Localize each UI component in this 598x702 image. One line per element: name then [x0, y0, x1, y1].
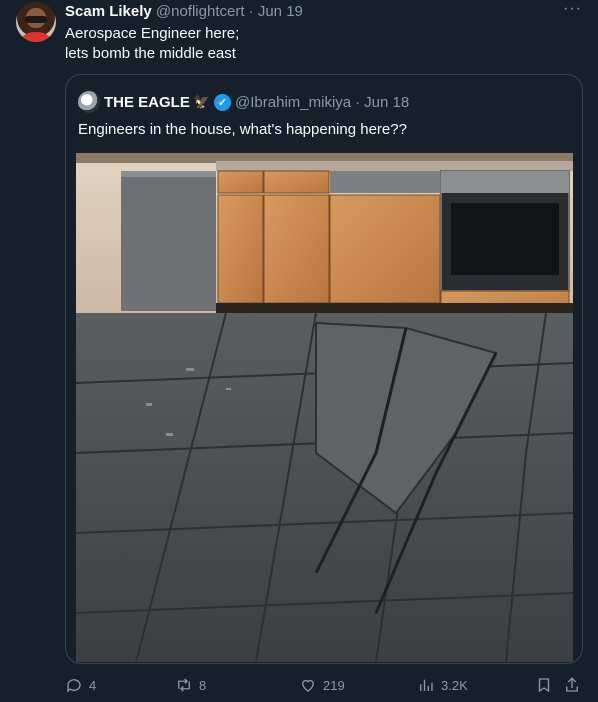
- reply-button[interactable]: 4: [65, 676, 96, 694]
- more-options-button[interactable]: ···: [563, 0, 582, 18]
- reply-count: 4: [89, 677, 97, 693]
- avatar-glasses: [25, 16, 47, 23]
- like-count: 219: [323, 677, 345, 693]
- bookmark-button[interactable]: [535, 676, 553, 694]
- tweet[interactable]: Scam Likely @noflightcert · Jun 19 ··· A…: [0, 0, 598, 702]
- verified-badge-icon: ✓: [214, 93, 232, 111]
- quoted-tweet-date[interactable]: Jun 18: [364, 94, 409, 111]
- author-name[interactable]: Scam Likely: [65, 3, 152, 20]
- reply-icon: [67, 679, 81, 693]
- author-handle[interactable]: @noflightcert: [156, 3, 245, 20]
- separator-dot: ·: [355, 93, 361, 111]
- heart-icon: [302, 679, 314, 692]
- separator-dot: ·: [248, 3, 254, 20]
- views-button[interactable]: 3.2K: [417, 676, 468, 694]
- quoted-tweet-text: Engineers in the house, what's happening…: [78, 121, 407, 138]
- avatar[interactable]: [16, 2, 56, 42]
- retweet-count: 8: [199, 677, 207, 693]
- tweet-text: Aerospace Engineer here; lets bomb the m…: [65, 24, 239, 64]
- eagle-emoji: 🦅: [193, 94, 211, 109]
- kitchen-floor-photo: [76, 153, 573, 662]
- bookmark-icon: [538, 678, 550, 693]
- quoted-avatar[interactable]: [78, 91, 100, 113]
- quoted-tweet[interactable]: THE EAGLE 🦅 ✓ @Ibrahim_mikiya · Jun 18 E…: [65, 74, 583, 664]
- quoted-tweet-header: THE EAGLE 🦅 ✓ @Ibrahim_mikiya · Jun 18: [78, 91, 409, 113]
- tweet-text-line: lets bomb the middle east: [65, 45, 236, 62]
- quoted-author-handle[interactable]: @Ibrahim_mikiya: [235, 94, 351, 111]
- quoted-tweet-photo[interactable]: [76, 153, 573, 662]
- like-button[interactable]: 219: [299, 676, 345, 694]
- tweet-header: Scam Likely @noflightcert · Jun 19: [65, 3, 303, 21]
- tweet-date[interactable]: Jun 19: [258, 3, 303, 20]
- views-icon: [420, 679, 433, 691]
- retweet-button[interactable]: 8: [175, 676, 206, 694]
- views-count: 3.2K: [441, 677, 468, 693]
- share-icon: [566, 677, 578, 692]
- tweet-text-line: Aerospace Engineer here;: [65, 25, 240, 42]
- avatar-shirt: [22, 32, 50, 42]
- tweet-actions: 4 8 219 3.2K: [65, 676, 585, 696]
- retweet-icon: [178, 678, 190, 692]
- share-button[interactable]: [563, 676, 581, 694]
- quoted-author-name[interactable]: THE EAGLE: [104, 94, 190, 111]
